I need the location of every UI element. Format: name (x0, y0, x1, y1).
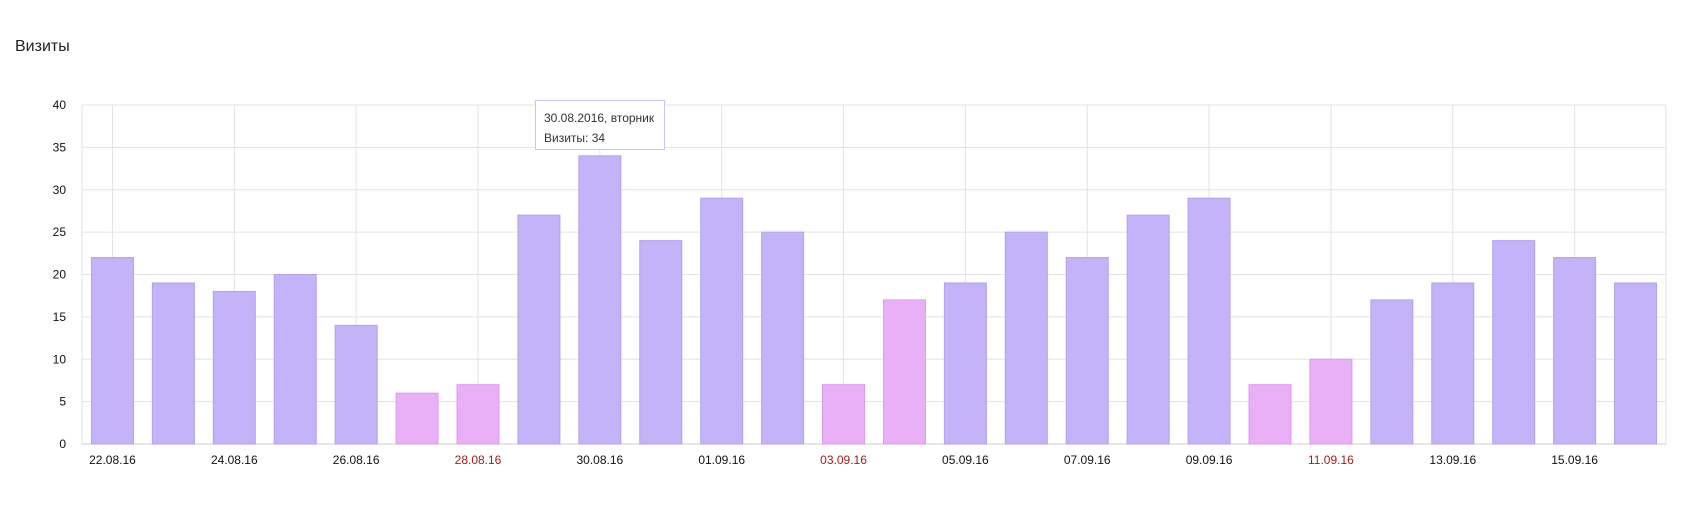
x-tick-label: 01.09.16 (698, 453, 745, 467)
x-tick-label: 05.09.16 (942, 453, 989, 467)
bar-24.08.16[interactable] (212, 290, 256, 445)
bar-10.09.16[interactable] (1248, 384, 1292, 445)
x-tick-label: 13.09.16 (1429, 453, 1476, 467)
y-tick-label: 40 (53, 98, 67, 112)
bar-26.08.16[interactable] (334, 324, 378, 445)
bar-23.08.16[interactable] (151, 282, 195, 445)
bar-04.09.16[interactable] (882, 299, 926, 445)
bar-11.09.16[interactable] (1309, 358, 1353, 445)
y-tick-label: 20 (53, 268, 67, 282)
bar-08.09.16[interactable] (1126, 214, 1170, 445)
bar-25.08.16[interactable] (273, 274, 317, 445)
y-tick-label: 25 (53, 225, 67, 239)
bar-13.09.16[interactable] (1431, 282, 1475, 445)
bar-09.09.16[interactable] (1187, 197, 1231, 445)
y-axis-ticks: 0 5 10 15 20 25 30 35 40 (53, 98, 67, 451)
bar-16.09.16[interactable] (1614, 282, 1658, 445)
grid-layer (81, 104, 1667, 445)
x-tick-label: 26.08.16 (333, 453, 380, 467)
y-tick-label: 15 (53, 310, 67, 324)
tooltip-date: 30.08.2016, вторник (544, 111, 655, 125)
bar-tooltip: 30.08.2016, вторник Визиты: 34 (535, 100, 665, 150)
bar-14.09.16[interactable] (1492, 240, 1536, 445)
bar-05.09.16[interactable] (943, 282, 987, 445)
bar-30.08.16[interactable] (578, 155, 622, 445)
y-tick-label: 0 (59, 437, 66, 451)
tooltip-value: Визиты: 34 (544, 131, 606, 145)
visits-bar-chart: 0 5 10 15 20 25 30 35 40 22.08.16 24.08.16 26.08.1… (53, 98, 1667, 467)
bar-01.09.16[interactable] (700, 197, 744, 445)
x-tick-label: 09.09.16 (1186, 453, 1233, 467)
x-tick-label: 07.09.16 (1064, 453, 1111, 467)
bar-28.08.16[interactable] (456, 384, 500, 445)
x-tick-label: 28.08.16 (455, 453, 502, 467)
x-tick-label: 30.08.16 (576, 453, 623, 467)
bar-12.09.16[interactable] (1370, 299, 1414, 445)
bar-07.09.16[interactable] (1065, 257, 1109, 445)
x-tick-label: 03.09.16 (820, 453, 867, 467)
bar-15.09.16[interactable] (1553, 257, 1597, 445)
y-tick-label: 35 (53, 140, 67, 154)
x-tick-label: 11.09.16 (1308, 453, 1354, 467)
x-tick-label: 24.08.16 (211, 453, 258, 467)
bar-03.09.16[interactable] (822, 384, 866, 445)
bar-06.09.16[interactable] (1004, 231, 1048, 445)
x-tick-label: 15.09.16 (1551, 453, 1598, 467)
bar-31.08.16[interactable] (639, 240, 683, 445)
bar-layer (90, 155, 1658, 445)
y-tick-label: 10 (53, 352, 67, 366)
bar-27.08.16[interactable] (395, 392, 439, 445)
bar-22.08.16[interactable] (90, 257, 134, 445)
x-tick-label: 22.08.16 (89, 453, 136, 467)
y-tick-label: 30 (53, 183, 67, 197)
y-tick-label: 5 (59, 395, 66, 409)
bar-02.09.16[interactable] (761, 231, 805, 445)
bar-29.08.16[interactable] (517, 214, 561, 445)
x-axis-ticks: 22.08.16 24.08.16 26.08.16 28.08.16 30.08.16… (89, 453, 1598, 467)
